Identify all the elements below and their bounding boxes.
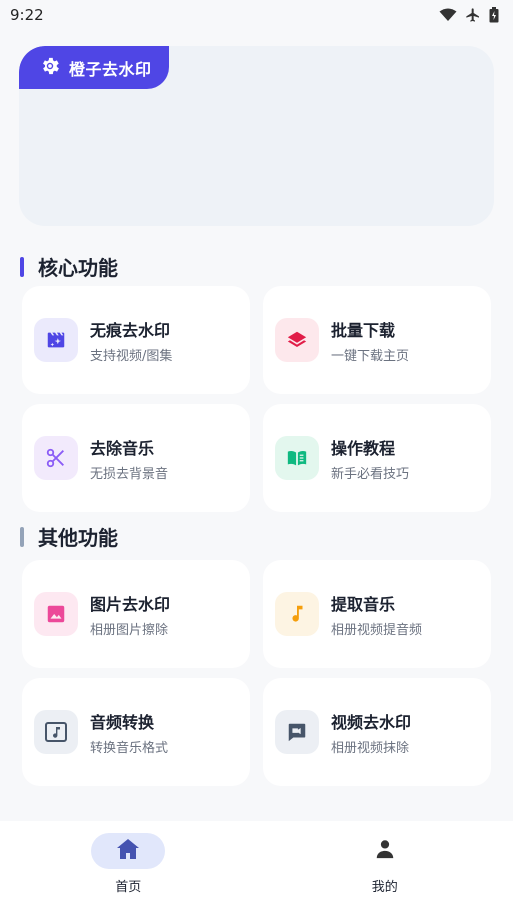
banner[interactable]: 橙子去水印 (19, 46, 494, 226)
card-subtitle: 转换音乐格式 (90, 740, 169, 756)
card-image-watermark[interactable]: 图片去水印 相册图片擦除 (22, 560, 250, 668)
app-brand-tag: 橙子去水印 (19, 46, 169, 89)
app-brand-label: 橙子去水印 (69, 59, 152, 79)
card-extract-music[interactable]: 提取音乐 相册视频提音频 (263, 560, 491, 668)
airplane-icon (465, 7, 481, 23)
core-section-header: 核心功能 (20, 252, 118, 281)
card-remove-music[interactable]: 去除音乐 无损去背景音 (22, 404, 250, 512)
core-section-title: 核心功能 (38, 256, 118, 280)
card-batch-download[interactable]: 批量下载 一键下载主页 (263, 286, 491, 394)
card-tutorial[interactable]: 操作教程 新手必看技巧 (263, 404, 491, 512)
nav-active-indicator (91, 833, 166, 869)
card-title: 批量下载 (331, 320, 396, 340)
other-section-header: 其他功能 (20, 522, 118, 551)
status-icons (439, 7, 499, 23)
nav-label-me: 我的 (371, 880, 398, 895)
book-icon (275, 436, 319, 480)
nav-icon-wrap (348, 833, 422, 869)
person-icon (374, 838, 396, 864)
card-subtitle: 相册视频提音频 (331, 622, 423, 638)
card-title: 无痕去水印 (90, 320, 171, 340)
other-section-title: 其他功能 (38, 526, 118, 550)
card-subtitle: 一键下载主页 (331, 348, 410, 364)
wifi-icon (439, 8, 457, 22)
status-bar: 9:22 (0, 0, 513, 30)
card-video-watermark[interactable]: 视频去水印 相册视频抹除 (263, 678, 491, 786)
card-title: 视频去水印 (331, 712, 412, 732)
audio-file-icon (34, 710, 78, 754)
card-title: 音频转换 (90, 712, 155, 732)
layers-icon (275, 318, 319, 362)
card-audio-convert[interactable]: 音频转换 转换音乐格式 (22, 678, 250, 786)
card-title: 去除音乐 (90, 438, 155, 458)
card-subtitle: 支持视频/图集 (90, 348, 173, 364)
settings-gear-icon (39, 55, 61, 81)
section-accent-bar (20, 256, 24, 277)
card-subtitle: 新手必看技巧 (331, 466, 410, 482)
card-subtitle: 相册视频抹除 (331, 740, 410, 756)
video-chat-icon (275, 710, 319, 754)
section-accent-bar (20, 526, 24, 547)
bottom-nav: 首页 我的 (0, 821, 513, 912)
status-time: 9:22 (10, 6, 44, 24)
card-subtitle: 相册图片擦除 (90, 622, 169, 638)
nav-label-home: 首页 (115, 880, 142, 895)
card-remove-watermark[interactable]: 无痕去水印 支持视频/图集 (22, 286, 250, 394)
nav-item-home[interactable]: 首页 (0, 821, 257, 912)
music-note-icon (275, 592, 319, 636)
battery-icon (489, 7, 499, 23)
card-title: 操作教程 (331, 438, 396, 458)
card-title: 图片去水印 (90, 594, 171, 614)
video-sparkle-icon (34, 318, 78, 362)
image-icon (34, 592, 78, 636)
card-subtitle: 无损去背景音 (90, 466, 169, 482)
home-icon (116, 838, 140, 864)
scissors-icon (34, 436, 78, 480)
nav-item-me[interactable]: 我的 (257, 821, 513, 912)
card-title: 提取音乐 (331, 594, 396, 614)
